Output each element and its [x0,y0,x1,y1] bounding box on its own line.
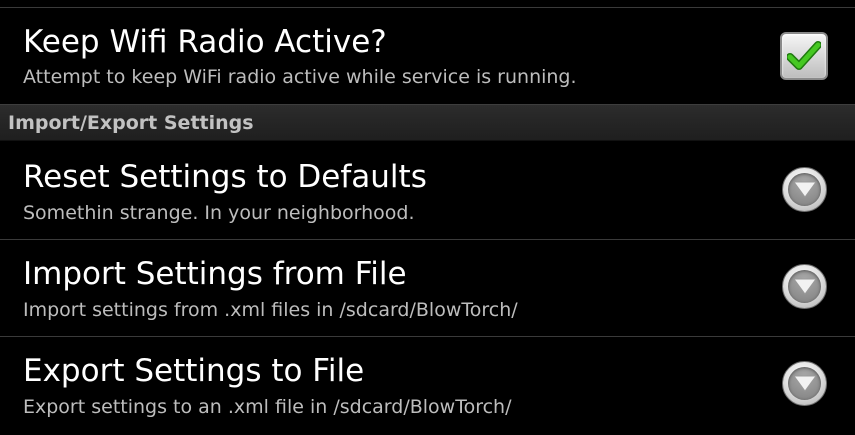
reset-dropdown-button[interactable] [782,167,827,212]
pref-summary: Somethin strange. In your neighborhood. [23,202,415,224]
pref-title: Import Settings from File [23,256,407,292]
pref-summary: Import settings from .xml files in /sdca… [23,299,518,321]
pref-title: Keep Wifi Radio Active? [23,24,387,60]
pref-reset-defaults[interactable]: Reset Settings to Defaults Somethin stra… [0,142,855,239]
chevron-down-icon [793,375,817,392]
chevron-down-icon [793,278,817,295]
export-dropdown-button[interactable] [782,361,827,406]
pref-summary: Attempt to keep WiFi radio active while … [23,66,577,88]
pref-summary: Export settings to an .xml file in /sdca… [23,396,512,418]
pref-import-settings[interactable]: Import Settings from File Import setting… [0,240,855,336]
settings-screen: Keep Wifi Radio Active? Attempt to keep … [0,0,855,435]
import-dropdown-button[interactable] [782,264,827,309]
pref-title: Export Settings to File [23,353,365,389]
category-import-export: Import/Export Settings [0,104,855,141]
checkmark-icon [787,41,821,70]
pref-export-settings[interactable]: Export Settings to File Export settings … [0,337,855,435]
category-label: Import/Export Settings [8,112,254,134]
pref-keep-wifi-active[interactable]: Keep Wifi Radio Active? Attempt to keep … [0,8,855,104]
pref-title: Reset Settings to Defaults [23,159,427,195]
keep-wifi-checkbox[interactable] [780,32,828,80]
chevron-down-icon [793,181,817,198]
